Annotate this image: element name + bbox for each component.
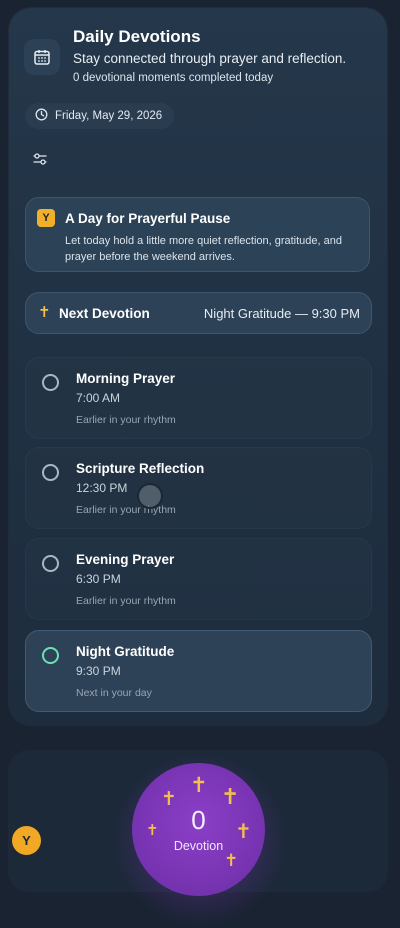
devotion-orb[interactable]: ✝ ✝ ✝ ✝ ✝ ✝ 0 Devotion bbox=[132, 763, 265, 896]
devotion-item-morning-prayer[interactable]: Morning Prayer 7:00 AM Earlier in your r… bbox=[25, 357, 372, 439]
progress-summary: 0 devotional moments completed today bbox=[73, 72, 274, 84]
message-body: Let today hold a little more quiet refle… bbox=[65, 235, 343, 263]
cross-icon: ✝ bbox=[224, 851, 239, 870]
filter-button[interactable] bbox=[25, 147, 55, 175]
devotion-note: Earlier in your rhythm bbox=[76, 595, 176, 607]
cross-icon: ✝ bbox=[190, 774, 208, 797]
devotion-note: Earlier in your rhythm bbox=[76, 414, 176, 426]
devotion-name: Evening Prayer bbox=[76, 552, 175, 567]
devotion-name: Scripture Reflection bbox=[76, 461, 205, 476]
date-pill: Friday, May 29, 2026 bbox=[25, 103, 175, 129]
avatar[interactable]: Y bbox=[12, 826, 41, 855]
devotion-name: Morning Prayer bbox=[76, 371, 176, 386]
devotion-count-label: Devotion bbox=[173, 839, 224, 853]
checkbox[interactable] bbox=[42, 374, 59, 391]
devotion-count: 0 bbox=[191, 805, 206, 835]
message-title: A Day for Prayerful Pause bbox=[65, 211, 231, 226]
message-badge: Y bbox=[37, 209, 55, 227]
devotion-time: 12:30 PM bbox=[76, 481, 128, 495]
devotion-note: Earlier in your rhythm bbox=[76, 504, 176, 516]
devotion-item-evening-prayer[interactable]: Evening Prayer 6:30 PM Earlier in your r… bbox=[25, 538, 372, 620]
page-subtitle: Stay connected through prayer and reflec… bbox=[73, 51, 347, 66]
next-devotion-value: Night Gratitude — 9:30 PM bbox=[203, 306, 360, 321]
devotion-item-night-gratitude[interactable]: Night Gratitude 9:30 PM Next in your day bbox=[25, 630, 372, 712]
checkbox[interactable] bbox=[42, 464, 59, 481]
devotion-item-scripture-reflection[interactable]: Scripture Reflection 12:30 PM Earlier in… bbox=[25, 447, 372, 529]
clock-icon bbox=[35, 108, 48, 124]
cross-icon: ✝ bbox=[38, 304, 51, 321]
devotion-time: 9:30 PM bbox=[76, 664, 121, 678]
sliders-icon bbox=[32, 152, 48, 171]
devotion-note: Next in your day bbox=[76, 687, 152, 699]
page-title: Daily Devotions bbox=[73, 27, 201, 46]
date-text: Friday, May 29, 2026 bbox=[55, 110, 163, 122]
checkbox[interactable] bbox=[42, 555, 59, 572]
devotion-name: Night Gratitude bbox=[76, 644, 175, 659]
calendar-icon bbox=[24, 39, 60, 75]
devotion-time: 7:00 AM bbox=[76, 391, 121, 405]
devotion-time: 6:30 PM bbox=[76, 572, 121, 586]
checkbox[interactable] bbox=[42, 647, 59, 664]
next-devotion-label: Next Devotion bbox=[59, 306, 150, 321]
touch-cursor bbox=[137, 483, 163, 509]
